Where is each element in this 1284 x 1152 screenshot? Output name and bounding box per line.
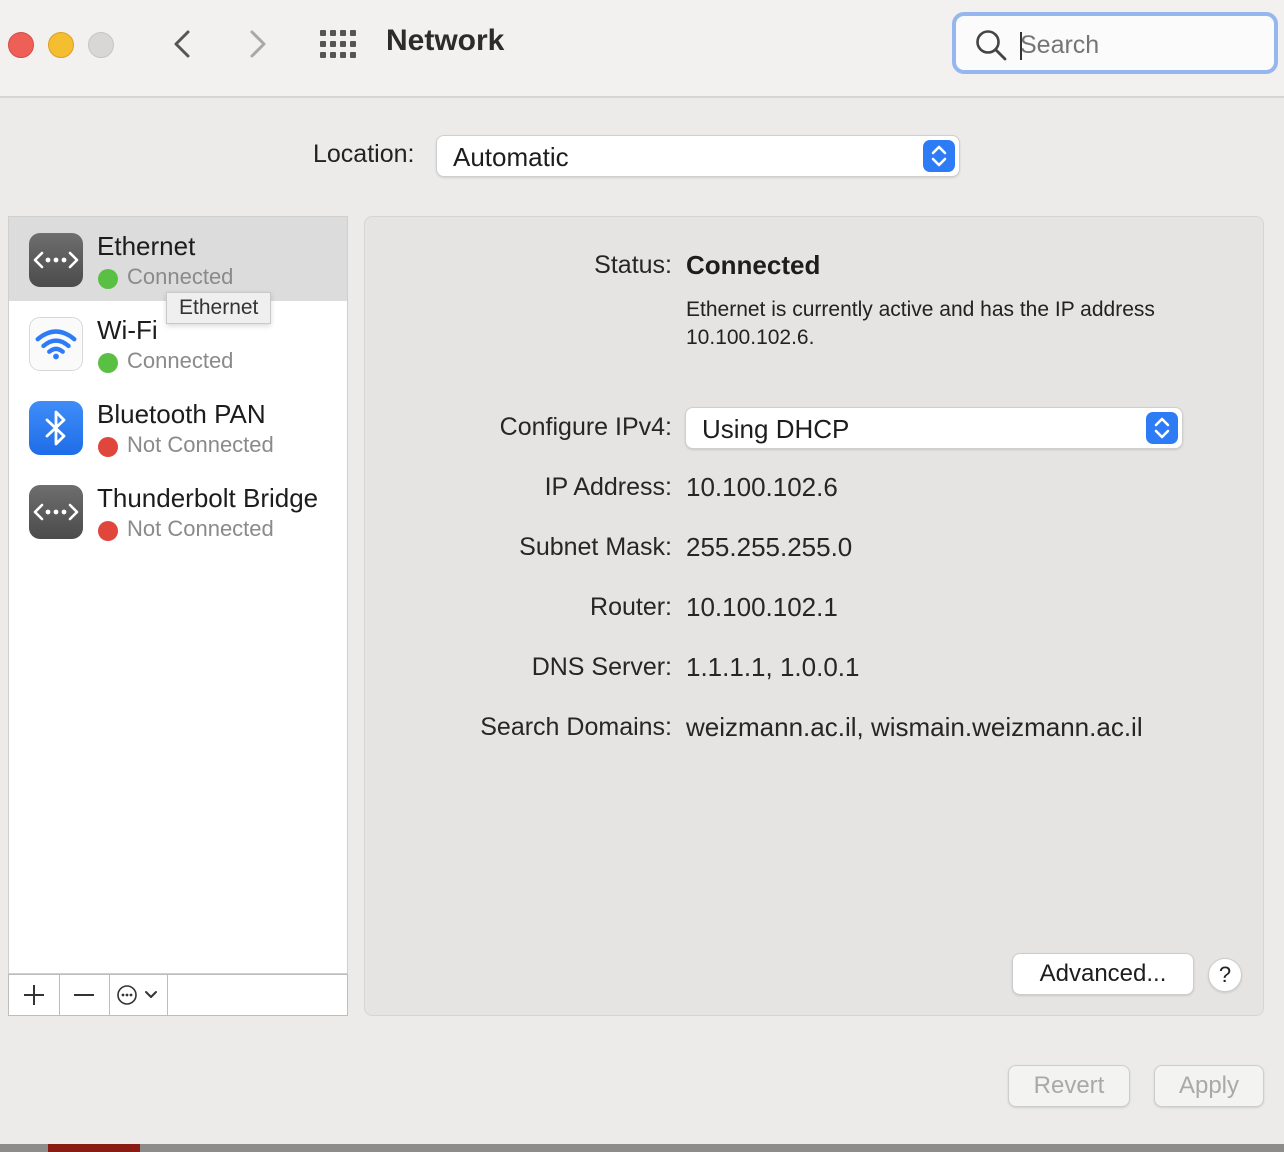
help-button[interactable]: ?	[1208, 958, 1242, 992]
status-dot	[98, 437, 118, 457]
ip-address-label: IP Address:	[544, 473, 672, 501]
location-popup[interactable]: Automatic	[436, 135, 960, 177]
service-name: Wi-Fi	[97, 315, 158, 345]
add-service-button[interactable]	[9, 975, 60, 1015]
status-dot	[98, 353, 118, 373]
wifi-icon	[29, 317, 83, 371]
text-caret	[1020, 32, 1022, 60]
service-status: Connected	[127, 264, 234, 289]
search-icon	[976, 30, 1007, 61]
grid-icon	[320, 30, 356, 58]
ethernet-icon	[29, 233, 83, 287]
close-button[interactable]	[8, 32, 34, 58]
status-description: Ethernet is currently active and has the…	[686, 298, 1155, 349]
remove-service-button[interactable]	[59, 975, 110, 1015]
window-title: Network	[386, 24, 505, 57]
search-field[interactable]	[952, 12, 1278, 74]
service-name: Thunderbolt Bridge	[97, 483, 319, 513]
configure-ipv4-popup[interactable]: Using DHCP	[685, 407, 1183, 449]
minimize-button[interactable]	[48, 32, 74, 58]
minus-icon	[74, 994, 94, 996]
status-dot	[98, 521, 118, 541]
router-label: Router:	[590, 593, 672, 621]
service-name: Bluetooth PAN	[97, 399, 266, 429]
advanced-button[interactable]: Advanced...	[1012, 953, 1194, 995]
bluetooth-icon	[29, 401, 83, 455]
forward-button[interactable]	[240, 26, 274, 62]
service-status: Not Connected	[127, 516, 274, 541]
location-value: Automatic	[453, 142, 569, 172]
service-list[interactable]: Ethernet Connected Wi-Fi Connected Bluet…	[8, 216, 348, 974]
service-name: Ethernet	[97, 231, 196, 261]
chevron-right-icon	[250, 30, 266, 58]
search-input[interactable]	[1018, 26, 1262, 64]
tooltip: Ethernet	[166, 292, 272, 324]
location-label: Location:	[313, 140, 415, 168]
background-fragment	[48, 1144, 140, 1152]
service-status: Connected	[127, 348, 234, 373]
subnet-mask-label: Subnet Mask:	[519, 533, 672, 561]
title-bar: Network	[0, 0, 1284, 98]
plus-icon	[24, 985, 44, 1005]
subnet-mask-value: 255.255.255.0	[686, 532, 853, 562]
chevron-left-icon	[174, 30, 190, 58]
ip-address-value: 10.100.102.6	[686, 472, 838, 502]
service-item-ethernet[interactable]: Ethernet Connected	[9, 217, 347, 301]
search-domains-label: Search Domains:	[480, 713, 672, 741]
zoom-button[interactable]	[88, 32, 114, 58]
service-status: Not Connected	[127, 432, 274, 457]
search-domains-value: weizmann.ac.il, wismain.weizmann.ac.il	[686, 712, 1143, 742]
popup-stepper-icon	[1146, 412, 1178, 444]
status-value: Connected	[686, 250, 821, 280]
dns-server-value: 1.1.1.1, 1.0.0.1	[686, 652, 860, 682]
show-all-button[interactable]	[318, 28, 360, 60]
revert-button[interactable]: Revert	[1008, 1065, 1130, 1107]
more-options-icon	[117, 985, 157, 1005]
status-label: Status:	[594, 251, 672, 279]
service-item-bluetooth-pan[interactable]: Bluetooth PAN Not Connected	[9, 385, 347, 469]
configure-ipv4-label: Configure IPv4:	[499, 413, 672, 441]
apply-button[interactable]: Apply	[1154, 1065, 1264, 1107]
status-dot	[98, 269, 118, 289]
window-bottom-edge	[0, 1144, 1284, 1152]
service-list-toolbar	[8, 974, 348, 1016]
service-item-thunderbolt-bridge[interactable]: Thunderbolt Bridge Not Connected	[9, 469, 347, 553]
action-menu-button[interactable]	[109, 975, 168, 1015]
dns-server-label: DNS Server:	[531, 653, 672, 681]
router-value: 10.100.102.1	[686, 592, 838, 622]
configure-ipv4-value: Using DHCP	[702, 414, 850, 444]
back-button[interactable]	[166, 26, 200, 62]
popup-stepper-icon	[923, 140, 955, 172]
ethernet-icon	[29, 485, 83, 539]
